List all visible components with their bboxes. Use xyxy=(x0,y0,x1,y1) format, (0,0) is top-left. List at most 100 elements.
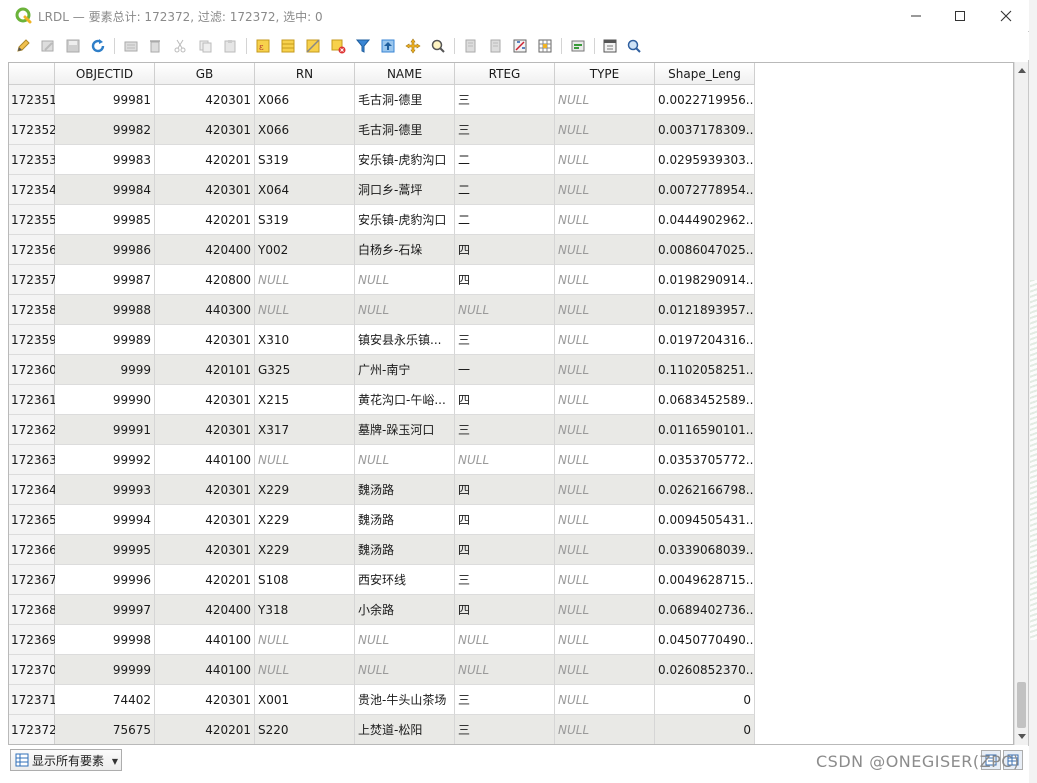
table-cell[interactable]: X310 xyxy=(255,325,355,355)
table-cell[interactable]: 毛古洞-德里 xyxy=(355,115,455,145)
table-row[interactable]: 172360 9999 420101 G325 广州-南宁一 NULL 0.11020582… xyxy=(9,355,755,385)
table-cell[interactable]: 420301 xyxy=(155,415,255,445)
reload-button[interactable] xyxy=(87,35,109,57)
table-cell[interactable]: NULL xyxy=(255,655,355,685)
table-cell[interactable]: 0.0450770490... xyxy=(655,625,755,655)
table-cell[interactable]: 0.0444902962... xyxy=(655,205,755,235)
table-cell[interactable]: 420301 xyxy=(155,535,255,565)
table-cell[interactable]: 99995 xyxy=(55,535,155,565)
row-header[interactable]: 172358 xyxy=(9,295,57,325)
table-row[interactable]: 172368 99997 420400 Y318 小余路四 NULL 0.068940273… xyxy=(9,595,755,625)
filter-select-button[interactable] xyxy=(352,35,374,57)
table-cell[interactable]: 毛古洞-德里 xyxy=(355,85,455,115)
table-cell[interactable]: 99989 xyxy=(55,325,155,355)
table-cell[interactable]: 三 xyxy=(455,565,555,595)
row-header[interactable]: 172361 xyxy=(9,385,57,415)
row-header[interactable]: 172367 xyxy=(9,565,57,595)
conditional-formatting-button[interactable] xyxy=(534,35,556,57)
move-selection-top-button[interactable] xyxy=(377,35,399,57)
table-cell[interactable]: 广州-南宁 xyxy=(355,355,455,385)
table-cell[interactable]: 三 xyxy=(455,715,555,744)
row-header[interactable]: 172365 xyxy=(9,505,57,535)
table-cell[interactable]: 上焚道-松阳 xyxy=(355,715,455,744)
table-cell[interactable]: NULL xyxy=(455,445,555,475)
row-header[interactable]: 172363 xyxy=(9,445,57,475)
close-button[interactable] xyxy=(983,0,1029,31)
table-cell[interactable]: 墓牌-跺玉河口 xyxy=(355,415,455,445)
table-cell[interactable]: 99982 xyxy=(55,115,155,145)
table-cell[interactable]: 0.0295939303... xyxy=(655,145,755,175)
row-header[interactable]: 172353 xyxy=(9,145,57,175)
table-row[interactable]: 172356 99986 420400 Y002 白杨乡-石垛四 NULL 0.008604… xyxy=(9,235,755,265)
table-cell[interactable]: 0.0683452589... xyxy=(655,385,755,415)
table-cell[interactable]: 0.0037178309... xyxy=(655,115,755,145)
table-cell[interactable]: 99990 xyxy=(55,385,155,415)
table-cell[interactable]: NULL xyxy=(555,85,655,115)
table-cell[interactable]: 0.0022719956... xyxy=(655,85,755,115)
multi-edit-button[interactable] xyxy=(37,35,59,57)
scroll-down-button[interactable] xyxy=(1015,729,1029,745)
table-cell[interactable]: NULL xyxy=(355,625,455,655)
table-row[interactable]: 172369 99998 440100 NULL NULL NULL NULL 0.04507… xyxy=(9,625,755,655)
table-cell[interactable]: 魏汤路 xyxy=(355,475,455,505)
table-row[interactable]: 172361 99990 420301 X215 黄花沟口-午峪... 四 NULL 0.06… xyxy=(9,385,755,415)
field-calculator-button[interactable] xyxy=(509,35,531,57)
table-row[interactable]: 172351 99981 420301 X066 毛古洞-德里三 NULL 0.002271… xyxy=(9,85,755,115)
row-header[interactable]: 172360 xyxy=(9,355,57,385)
table-cell[interactable]: NULL xyxy=(555,145,655,175)
table-cell[interactable]: 420301 xyxy=(155,325,255,355)
row-header[interactable]: 172366 xyxy=(9,535,57,565)
row-header[interactable]: 172355 xyxy=(9,205,57,235)
table-cell[interactable]: 420301 xyxy=(155,175,255,205)
table-row[interactable]: 172358 99988 440300 NULL NULL NULL NULL 0.01218… xyxy=(9,295,755,325)
toggle-editing-button[interactable] xyxy=(12,35,34,57)
table-row[interactable]: 172359 99989 420301 X310 镇安县永乐镇... 三 NULL 0.019… xyxy=(9,325,755,355)
table-cell[interactable]: X229 xyxy=(255,475,355,505)
table-cell[interactable]: 0.0689402736... xyxy=(655,595,755,625)
table-cell[interactable]: 黄花沟口-午峪... xyxy=(355,385,455,415)
table-cell[interactable]: 0.0197204316... xyxy=(655,325,755,355)
table-cell[interactable]: X066 xyxy=(255,85,355,115)
table-cell[interactable]: NULL xyxy=(555,385,655,415)
table-cell[interactable]: NULL xyxy=(555,685,655,715)
table-cell[interactable]: 0.0260852370... xyxy=(655,655,755,685)
table-cell[interactable]: 三 xyxy=(455,325,555,355)
table-cell[interactable]: Y318 xyxy=(255,595,355,625)
table-cell[interactable]: 420400 xyxy=(155,235,255,265)
table-cell[interactable]: 三 xyxy=(455,685,555,715)
table-cell[interactable]: NULL xyxy=(355,295,455,325)
table-cell[interactable]: NULL xyxy=(555,445,655,475)
table-cell[interactable]: 420301 xyxy=(155,505,255,535)
attribute-table[interactable]: OBJECTID GB RN NAME RTEG TYPE Shape_Leng 17235… xyxy=(8,62,1014,745)
table-cell[interactable]: 三 xyxy=(455,115,555,145)
table-corner[interactable] xyxy=(9,63,55,85)
row-header[interactable]: 172352 xyxy=(9,115,57,145)
column-header[interactable]: NAME xyxy=(355,63,455,85)
row-header[interactable]: 172357 xyxy=(9,265,57,295)
table-cell[interactable]: NULL xyxy=(555,655,655,685)
table-cell[interactable]: 74402 xyxy=(55,685,155,715)
table-cell[interactable]: 99987 xyxy=(55,265,155,295)
table-cell[interactable]: 99988 xyxy=(55,295,155,325)
table-cell[interactable]: X064 xyxy=(255,175,355,205)
table-cell[interactable]: 99985 xyxy=(55,205,155,235)
table-cell[interactable]: NULL xyxy=(555,415,655,445)
table-cell[interactable]: 420101 xyxy=(155,355,255,385)
minimize-button[interactable] xyxy=(893,0,939,31)
table-cell[interactable]: 贵池-牛头山茶场 xyxy=(355,685,455,715)
vertical-scrollbar[interactable] xyxy=(1014,62,1028,745)
table-cell[interactable]: 小余路 xyxy=(355,595,455,625)
table-cell[interactable]: 0 xyxy=(655,715,755,744)
table-cell[interactable]: 420400 xyxy=(155,595,255,625)
table-cell[interactable]: NULL xyxy=(355,445,455,475)
identify-button[interactable] xyxy=(623,35,645,57)
table-cell[interactable]: 99983 xyxy=(55,145,155,175)
table-cell[interactable]: S220 xyxy=(255,715,355,744)
pan-to-selection-button[interactable] xyxy=(402,35,424,57)
table-cell[interactable]: 440300 xyxy=(155,295,255,325)
table-cell[interactable]: NULL xyxy=(255,295,355,325)
column-header[interactable]: OBJECTID xyxy=(55,63,155,85)
column-header[interactable]: TYPE xyxy=(555,63,655,85)
table-cell[interactable]: NULL xyxy=(555,535,655,565)
column-header[interactable]: GB xyxy=(155,63,255,85)
